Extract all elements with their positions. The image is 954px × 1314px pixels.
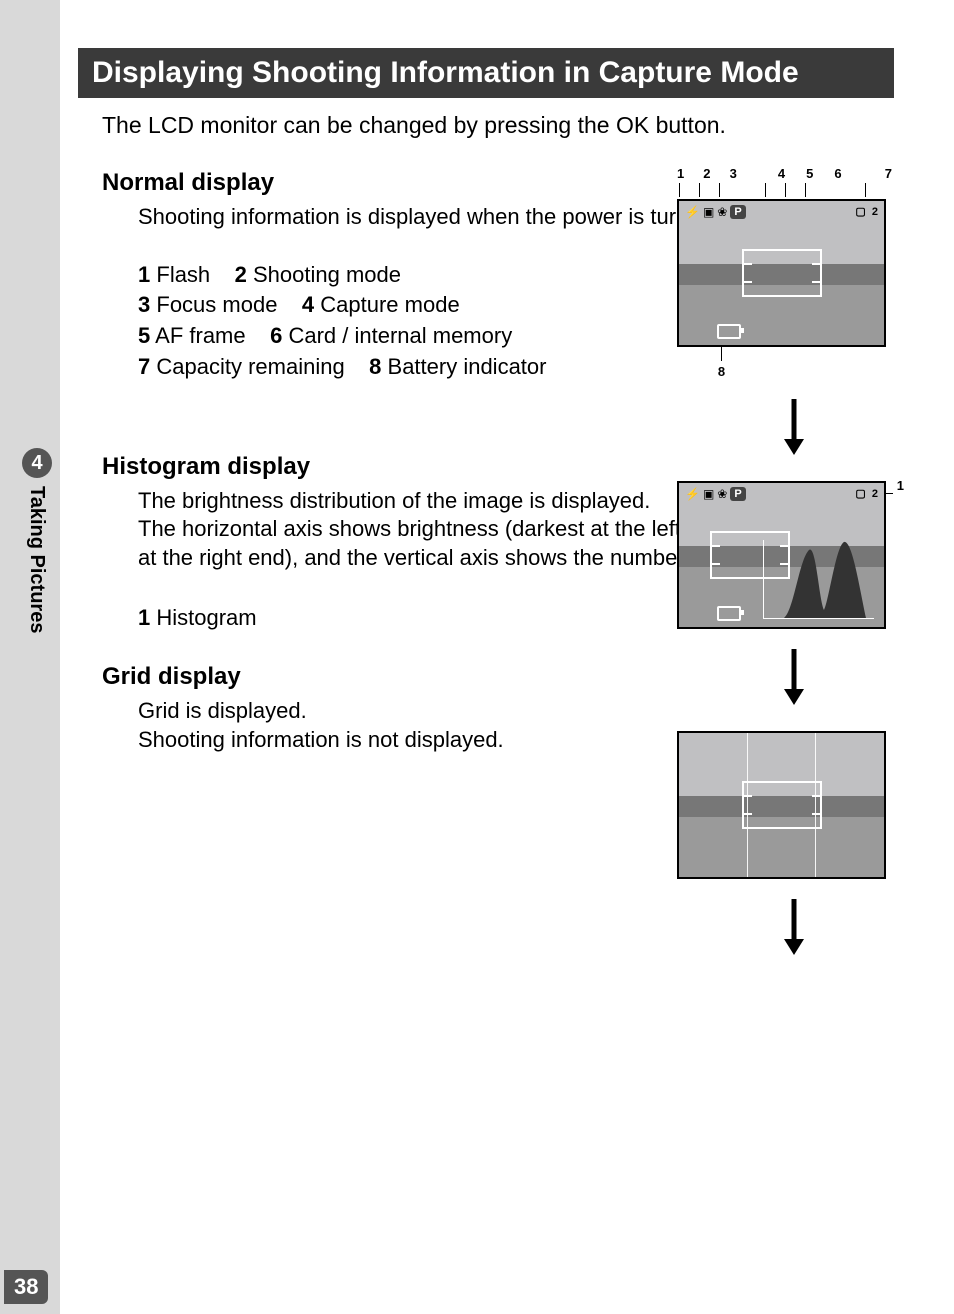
callout-hist-1: 1: [897, 478, 904, 493]
battery-icon: [717, 606, 741, 621]
af-frame: [742, 781, 822, 829]
legend-num: 2: [235, 262, 247, 287]
tick-row: [669, 183, 894, 199]
callout-num: 3: [730, 166, 737, 181]
lcd-grid: [677, 731, 886, 879]
chapter-number: 4: [22, 448, 52, 478]
lcd-top-icons: ⚡ ▣ ❀ P: [685, 487, 746, 501]
legend-num: 8: [369, 354, 381, 379]
drive-icon: ▣: [703, 205, 714, 219]
af-frame: [742, 249, 822, 297]
card-icon: ▢: [855, 206, 865, 218]
legend-text: Flash: [156, 262, 210, 287]
lcd-top-right: ▢ 2: [855, 205, 878, 218]
legend-text: Focus mode: [156, 292, 277, 317]
lcd-top-icons: ⚡ ▣ ❀ P: [685, 205, 746, 219]
legend-text: Capture mode: [320, 292, 459, 317]
callout-num: 2: [703, 166, 710, 181]
callout-num: 4: [778, 166, 785, 181]
legend-text: Histogram: [156, 605, 256, 630]
callout-num: 6: [834, 166, 841, 181]
legend-text: AF frame: [155, 323, 245, 348]
legend-num: 3: [138, 292, 150, 317]
page: 4 Taking Pictures 38 Displaying Shooting…: [0, 0, 954, 1314]
chapter-label: Taking Pictures: [25, 486, 48, 633]
flash-icon: ⚡: [685, 487, 700, 501]
legend-num: 6: [270, 323, 282, 348]
flash-icon: ⚡: [685, 205, 700, 219]
left-rail: 4 Taking Pictures 38: [0, 0, 60, 1314]
mode-p-icon: P: [730, 205, 745, 219]
callout-row-top: 1 2 3 4 5 6 7: [669, 166, 894, 181]
card-icon: ▢: [855, 488, 865, 500]
chapter-marker: 4 Taking Pictures: [22, 448, 52, 633]
legend-num: 5: [138, 323, 150, 348]
legend-num: 4: [302, 292, 314, 317]
lcd-top-right: ▢ 2: [855, 487, 878, 500]
legend-num: 7: [138, 354, 150, 379]
callout-num: 1: [677, 166, 684, 181]
callout-8: 8: [609, 364, 834, 379]
lcd-histogram-wrapper: 1 ⚡ ▣ ❀ P ▢ 2: [669, 481, 894, 629]
intro-text: The LCD monitor can be changed by pressi…: [78, 112, 894, 139]
histogram-graph: [763, 540, 874, 619]
page-title: Displaying Shooting Information in Captu…: [78, 48, 894, 98]
lcd-normal: ⚡ ▣ ❀ P ▢ 2: [677, 199, 886, 347]
capacity-value: 2: [872, 488, 878, 500]
mode-p-icon: P: [730, 487, 745, 501]
battery-icon: [717, 324, 741, 339]
legend-text: Shooting mode: [253, 262, 401, 287]
legend-text: Capacity remaining: [156, 354, 344, 379]
legend-text: Card / internal memory: [288, 323, 512, 348]
legend-text: Battery indicator: [388, 354, 547, 379]
callout-num: 7: [885, 166, 892, 181]
macro-icon: ❀: [717, 487, 727, 501]
lcd-histogram: ⚡ ▣ ❀ P ▢ 2: [677, 481, 886, 629]
diagram-column: 1 2 3 4 5 6 7 ⚡ ▣ ❀ P ▢ 2: [669, 166, 894, 981]
drive-icon: ▣: [703, 487, 714, 501]
legend-num: 1: [138, 262, 150, 287]
legend-num: 1: [138, 605, 150, 630]
macro-icon: ❀: [717, 205, 727, 219]
page-number: 38: [4, 1270, 48, 1304]
capacity-value: 2: [872, 206, 878, 218]
callout-num: 5: [806, 166, 813, 181]
